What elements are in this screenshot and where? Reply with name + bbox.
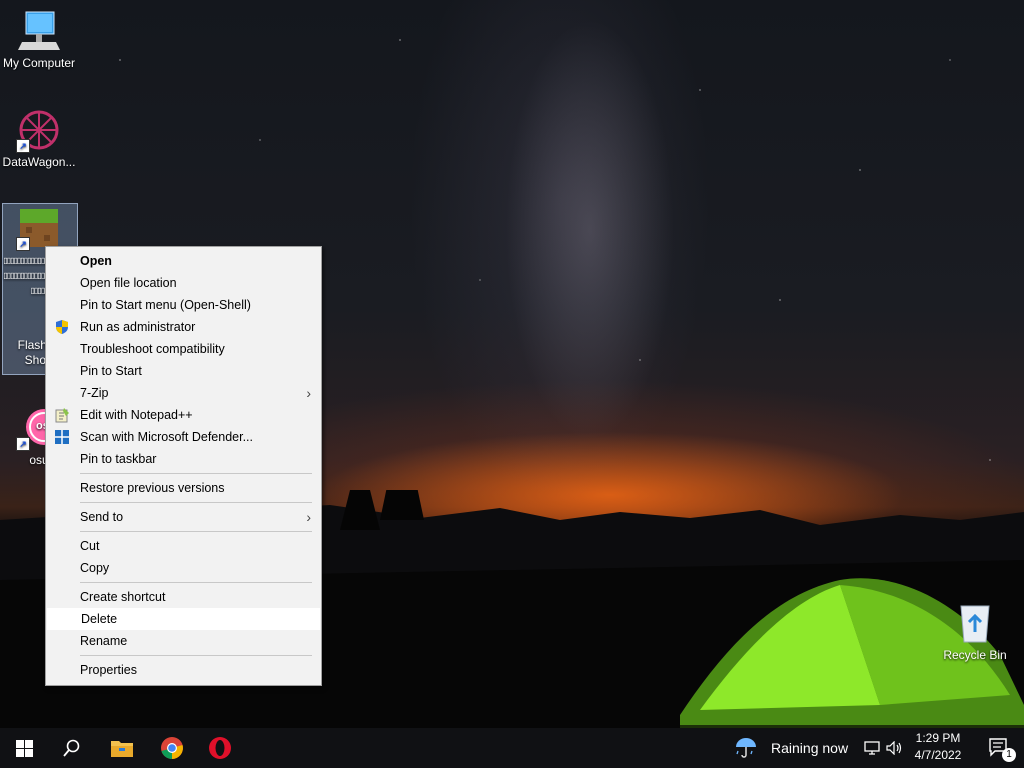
menu-item-rename[interactable]: Rename	[46, 630, 321, 652]
notepadpp-icon	[54, 407, 70, 423]
menu-item-label: Properties	[80, 663, 137, 677]
menu-item-label: Copy	[80, 561, 110, 575]
menu-item-label: Delete	[81, 612, 118, 626]
opera-icon	[209, 737, 231, 759]
chevron-right-icon: ›	[306, 385, 311, 401]
menu-item-run-as-admin[interactable]: Run as administrator	[46, 316, 321, 338]
shortcut-arrow-icon: ↗	[16, 237, 30, 251]
datawagon-icon: ↗	[16, 107, 62, 153]
menu-item-label: Pin to Start	[80, 364, 142, 378]
menu-item-7zip[interactable]: 7-Zip ›	[46, 382, 321, 404]
desktop-icon-recycle-bin[interactable]: Recycle Bin	[940, 600, 1010, 662]
desktop-icon-label: DataWagon...	[2, 155, 76, 169]
start-button[interactable]	[0, 728, 48, 768]
menu-item-label: 7-Zip	[80, 386, 109, 400]
menu-item-label: Restore previous versions	[80, 481, 225, 495]
taskbar-clock[interactable]: 1:29 PM 4/7/2022	[902, 730, 974, 764]
uac-shield-icon	[54, 319, 70, 335]
search-icon	[63, 739, 80, 757]
windows-logo-icon	[15, 739, 33, 757]
menu-item-label: Create shortcut	[80, 590, 166, 604]
umbrella-icon	[736, 738, 756, 758]
menu-item-properties[interactable]: Properties	[46, 659, 321, 681]
menu-separator	[80, 655, 312, 656]
menu-item-scan-defender[interactable]: Scan with Microsoft Defender...	[46, 426, 321, 448]
menu-item-copy[interactable]: Copy	[46, 557, 321, 579]
network-button[interactable]	[860, 728, 884, 768]
menu-item-label: Send to	[80, 510, 124, 524]
menu-item-open-file-location[interactable]: Open file location	[46, 272, 321, 294]
clock-date: 4/7/2022	[914, 748, 962, 762]
weather-text[interactable]: Raining now	[771, 740, 848, 756]
context-menu: Open Open file location Pin to Start men…	[45, 246, 322, 686]
shortcut-arrow-icon: ↗	[16, 437, 30, 451]
notifications-button[interactable]: 1	[976, 728, 1024, 768]
menu-item-label: Pin to Start menu (Open-Shell)	[80, 298, 251, 312]
desktop-icon-my-computer[interactable]: My Computer	[0, 8, 78, 71]
menu-item-delete[interactable]: Delete	[47, 608, 320, 630]
menu-item-edit-notepadpp[interactable]: Edit with Notepad++	[46, 404, 321, 426]
weather-widget-icon-btn[interactable]	[728, 728, 764, 768]
chevron-right-icon: ›	[306, 509, 311, 525]
search-button[interactable]	[48, 728, 96, 768]
shortcut-arrow-icon: ↗	[16, 139, 30, 153]
menu-separator	[80, 531, 312, 532]
menu-item-open[interactable]: Open	[46, 250, 321, 272]
chrome-icon	[161, 737, 183, 759]
menu-item-pin-start-open-shell[interactable]: Pin to Start menu (Open-Shell)	[46, 294, 321, 316]
taskbar-chrome[interactable]	[148, 728, 196, 768]
clock-time: 1:29 PM	[915, 731, 961, 745]
menu-item-label: Run as administrator	[80, 320, 196, 334]
menu-separator	[80, 473, 312, 474]
desktop-icon-datawagon[interactable]: ↗ DataWagon...	[0, 107, 78, 170]
grass-block-icon: ↗	[16, 205, 62, 251]
menu-item-label: Troubleshoot compatibility	[80, 342, 225, 356]
taskbar-opera[interactable]	[196, 728, 244, 768]
notification-count-badge: 1	[1002, 748, 1016, 762]
menu-item-troubleshoot[interactable]: Troubleshoot compatibility	[46, 338, 321, 360]
defender-icon	[54, 429, 70, 445]
menu-separator	[80, 502, 312, 503]
menu-item-create-shortcut[interactable]: Create shortcut	[46, 586, 321, 608]
menu-item-label: Edit with Notepad++	[80, 408, 193, 422]
menu-item-label: Scan with Microsoft Defender...	[80, 430, 253, 444]
menu-item-cut[interactable]: Cut	[46, 535, 321, 557]
recycle-bin-icon	[955, 600, 995, 644]
network-icon	[864, 741, 880, 755]
menu-item-label: Rename	[80, 634, 128, 648]
menu-item-pin-start[interactable]: Pin to Start	[46, 360, 321, 382]
folder-icon	[111, 741, 133, 757]
taskbar-file-explorer[interactable]	[98, 728, 146, 768]
menu-item-pin-taskbar[interactable]: Pin to taskbar	[46, 448, 321, 470]
computer-icon	[16, 8, 62, 54]
taskbar: Raining now 1	[0, 728, 1024, 768]
menu-item-label: Open file location	[80, 276, 177, 290]
menu-item-label: Pin to taskbar	[80, 452, 157, 466]
menu-separator	[80, 582, 312, 583]
menu-item-label: Open	[80, 254, 112, 268]
menu-item-restore-versions[interactable]: Restore previous versions	[46, 477, 321, 499]
desktop-icon-label: My Computer	[2, 56, 76, 70]
menu-item-send-to[interactable]: Send to ›	[46, 506, 321, 528]
menu-item-label: Cut	[80, 539, 100, 553]
recycle-bin-label: Recycle Bin	[943, 648, 1007, 662]
